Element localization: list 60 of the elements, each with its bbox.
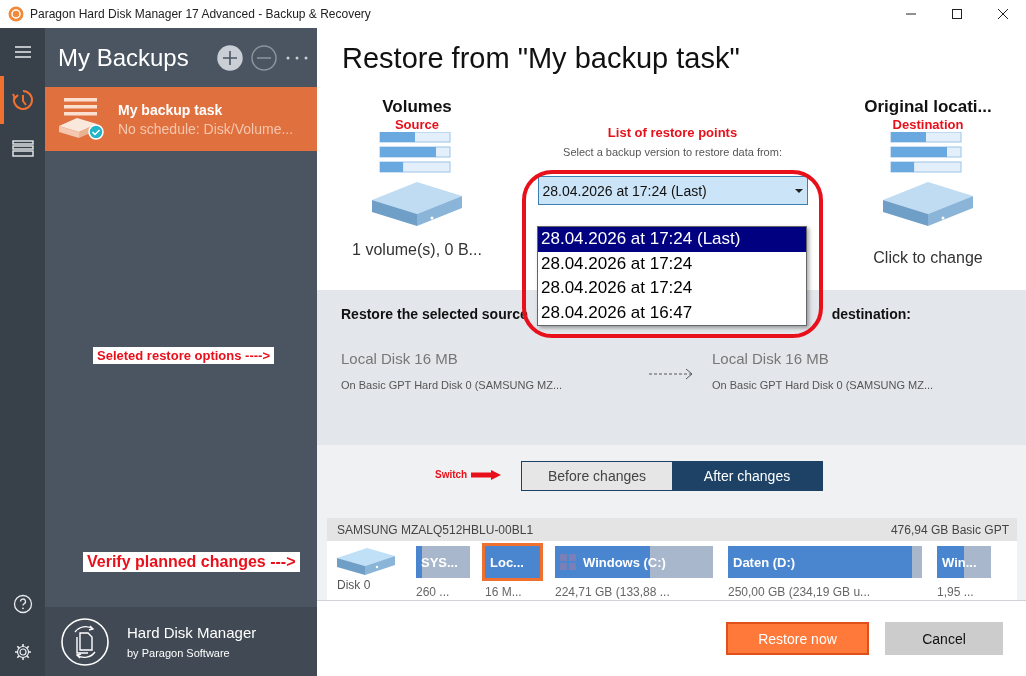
volume-location: On Basic GPT Hard Disk 0 (SAMSUNG MZ...	[341, 379, 564, 391]
partition-bar[interactable]: Win...	[937, 546, 991, 578]
add-icon[interactable]	[217, 44, 243, 71]
page-title: Restore from "My backup task"	[342, 42, 741, 75]
drive-stack-icon	[883, 132, 973, 227]
caret-icon	[794, 188, 803, 193]
annotation-label: Seleted restore options ---->	[93, 347, 274, 364]
drive-stack-icon	[372, 132, 462, 227]
section-heading: destination:	[831, 306, 911, 322]
disk-name: SAMSUNG MZALQ512HBLU-00BL1	[337, 522, 534, 537]
dashed-arrow-icon	[649, 368, 693, 380]
restore-point-option[interactable]: 28.04.2026 at 17:24	[538, 251, 806, 276]
clock-icon[interactable]	[11, 89, 34, 111]
drive-stack-icon[interactable]	[11, 139, 34, 157]
restore-point-option[interactable]: 28.04.2026 at 17:24	[538, 276, 806, 301]
column-title: Original locati...	[864, 97, 992, 117]
partition-size: 250,00 GB (234,19 GB u...	[728, 585, 872, 599]
disk-icon	[337, 546, 395, 576]
volume-location: On Basic GPT Hard Disk 0 (SAMSUNG MZ...	[712, 379, 935, 391]
disk-info: 476,94 GB Basic GPT	[890, 522, 1009, 537]
settings-icon[interactable]	[13, 643, 32, 661]
annotation-label: Verify planned changes --->	[83, 552, 300, 572]
annotation-label: Destination	[892, 117, 964, 132]
volume-name: Local Disk 16 MB	[341, 350, 459, 367]
annotation-label: Switch	[435, 469, 468, 480]
partition-bar[interactable]: Loc...	[485, 546, 540, 578]
vendor-name: by Paragon Software	[127, 647, 231, 659]
backup-drive-icon	[59, 98, 104, 140]
maximize-icon[interactable]	[951, 8, 963, 20]
app-logo-icon	[8, 6, 24, 22]
disk-label: Disk 0	[337, 578, 372, 592]
menu-icon[interactable]	[13, 44, 32, 60]
partition-size: 260 ...	[416, 585, 451, 599]
app-logo-icon	[61, 617, 109, 666]
change-destination-link[interactable]: Click to change	[873, 249, 983, 267]
restore-point-dropdown[interactable]: 28.04.2026 at 17:24 (Last)	[537, 176, 808, 205]
sidebar-title: My Backups	[58, 43, 190, 72]
restore-point-option[interactable]: 28.04.2026 at 17:24 (Last)	[538, 227, 806, 252]
partition-size: 16 M...	[485, 585, 523, 599]
windows-logo-icon	[560, 554, 576, 570]
help-icon[interactable]	[12, 594, 33, 614]
product-name: Hard Disk Manager	[127, 624, 257, 641]
restore-point-option[interactable]: 28.04.2026 at 16:47	[538, 300, 806, 325]
annotation-arrow-icon	[471, 469, 502, 480]
task-detail: No schedule: Disk/Volume...	[118, 120, 294, 137]
cancel-button[interactable]: Cancel	[885, 622, 1003, 655]
close-icon[interactable]	[997, 8, 1009, 20]
view-toggle-option[interactable]: After changes	[672, 462, 822, 490]
prompt-text: Select a backup version to restore data from:	[563, 146, 782, 158]
task-name: My backup task	[118, 101, 224, 118]
window-title: Paragon Hard Disk Manager 17 Advanced - Backup & Recovery	[30, 7, 372, 21]
annotation-label: Source	[394, 117, 440, 132]
partition-size: 224,71 GB (133,88 ...	[555, 585, 671, 599]
column-title: Volumes	[382, 97, 452, 117]
view-toggle-option[interactable]: Before changes	[522, 462, 672, 490]
annotation-label: List of restore points	[607, 125, 738, 140]
partition-size: 1,95 ...	[937, 585, 975, 599]
volume-summary: 1 volume(s), 0 B...	[352, 241, 482, 259]
volume-name: Local Disk 16 MB	[712, 350, 830, 367]
partition-bar[interactable]: Daten (D:)	[728, 546, 922, 578]
